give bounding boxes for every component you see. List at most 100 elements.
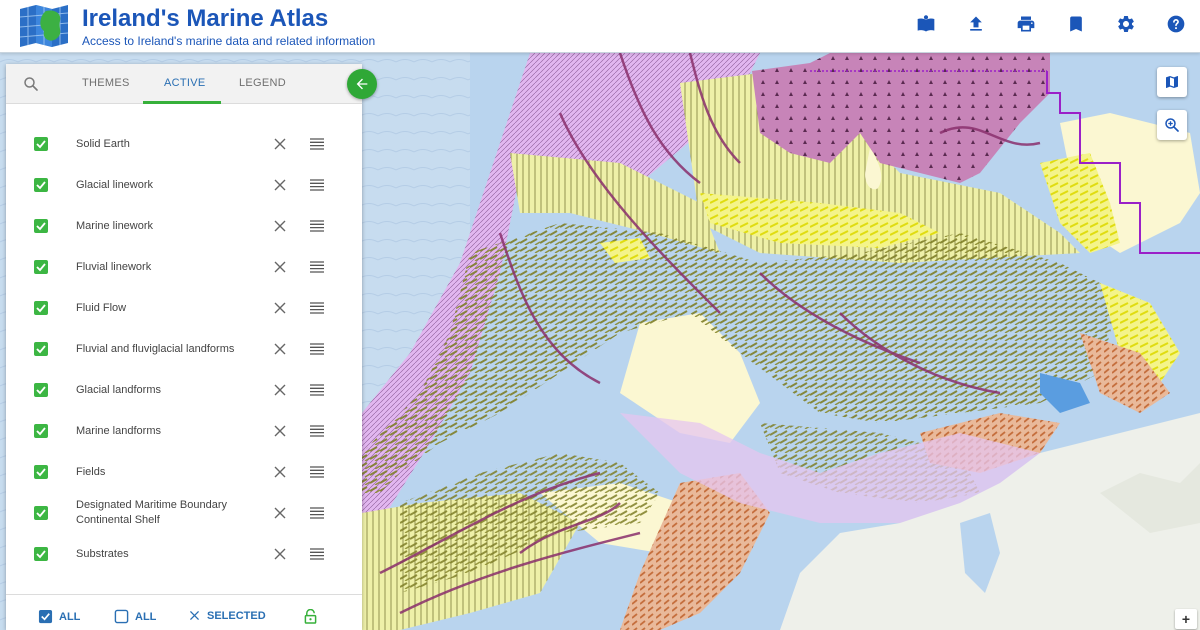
arrow-left-icon [356,78,368,90]
layer-name: Fluvial linework [76,261,152,273]
check-icon [36,345,46,354]
upload-button[interactable] [964,12,988,36]
remove-layer-icon[interactable] [272,136,288,152]
zoom-in-button[interactable]: + [1175,609,1197,629]
remove-selected-label: SELECTED [207,609,266,622]
print-button[interactable] [1014,12,1038,36]
remove-layer-icon[interactable] [272,218,288,234]
settings-button[interactable] [1114,12,1138,36]
layer-name: Designated Maritime Boundary Continental… [76,499,228,526]
layer-checkbox[interactable] [34,506,48,520]
zoom-to-button[interactable] [1157,110,1187,140]
zoom-in-icon [1165,118,1179,132]
check-icon [36,181,46,190]
select-all-button[interactable]: ALL [38,609,80,624]
layer-checkbox[interactable] [34,424,48,438]
check-icon [36,427,46,436]
remove-layer-icon[interactable] [272,464,288,480]
layer-name: Solid Earth [76,138,130,150]
remove-layer-icon[interactable] [272,300,288,316]
layer-checkbox[interactable] [34,137,48,151]
search-icon[interactable] [22,75,40,93]
check-icon [36,550,46,559]
layer-row-substrates: Substrates [6,534,362,574]
help-icon [1167,15,1185,33]
remove-selected-button[interactable]: SELECTED [188,609,266,622]
check-icon [36,509,46,518]
tab-legend[interactable]: LEGEND [239,77,286,89]
active-tab-indicator [143,101,221,104]
deselect-all-button[interactable]: ALL [114,609,156,624]
layer-checkbox[interactable] [34,465,48,479]
remove-layer-icon[interactable] [272,259,288,275]
drag-handle-icon[interactable] [309,547,325,561]
layer-row-marine-linework: Marine linework [6,206,362,246]
drag-handle-icon[interactable] [309,260,325,274]
layer-row-fields: Fields [6,452,362,492]
check-icon [36,386,46,395]
layer-name: Marine linework [76,220,154,232]
open-book-button[interactable] [914,12,938,36]
drag-handle-icon[interactable] [309,506,325,520]
layer-checkbox[interactable] [34,178,48,192]
help-button[interactable] [1164,12,1188,36]
deselect-all-label: ALL [135,610,157,623]
layer-checkbox[interactable] [34,260,48,274]
layer-name: Fluid Flow [76,302,127,314]
drag-handle-icon[interactable] [309,137,325,151]
header-toolbar [914,12,1188,36]
gear-icon [1118,15,1134,32]
drag-handle-icon[interactable] [309,301,325,315]
tab-active[interactable]: ACTIVE [164,77,206,89]
layer-name: Glacial landforms [76,384,161,396]
layer-panel: THEMES ACTIVE LEGEND Solid Earth Glacial… [6,64,377,630]
layer-checkbox[interactable] [34,219,48,233]
remove-layer-icon[interactable] [272,505,288,521]
basemap-button[interactable] [1157,67,1187,97]
tab-themes[interactable]: THEMES [82,77,130,89]
upload-icon [970,16,982,31]
drag-handle-icon[interactable] [309,383,325,397]
layer-name: Substrates [76,548,129,560]
remove-layer-icon[interactable] [272,177,288,193]
layer-checkbox[interactable] [34,301,48,315]
bookmark-icon [1070,16,1082,32]
atlas-logo [19,5,69,47]
layer-row-marine-landforms: Marine landforms [6,411,362,451]
layer-name: Glacial linework [76,179,154,191]
check-icon [36,468,46,477]
layer-row-fluvial-linework: Fluvial linework [6,247,362,287]
check-icon [36,263,46,272]
layer-name: Fields [76,466,106,478]
remove-layer-icon[interactable] [272,382,288,398]
print-icon [1017,16,1035,32]
bookmark-button[interactable] [1064,12,1088,36]
layer-row-glacial-linework: Glacial linework [6,165,362,205]
check-icon [36,304,46,313]
map-icon [1166,76,1178,88]
drag-handle-icon[interactable] [309,465,325,479]
drag-handle-icon[interactable] [309,424,325,438]
layer-checkbox[interactable] [34,547,48,561]
app-header: Ireland's Marine Atlas Access to Ireland… [0,0,1200,53]
panel-footer: ALL ALL SELECTED [6,594,362,630]
select-all-label: ALL [59,610,81,623]
layer-row-glacial-landforms: Glacial landforms [6,370,362,410]
layer-checkbox[interactable] [34,342,48,356]
collapse-panel-button[interactable] [347,69,377,99]
drag-handle-icon[interactable] [309,178,325,192]
drag-handle-icon[interactable] [309,342,325,356]
remove-layer-icon[interactable] [272,341,288,357]
lock-button[interactable] [304,609,317,624]
drag-handle-icon[interactable] [309,219,325,233]
empty-box-icon [114,609,129,624]
remove-layer-icon[interactable] [272,546,288,562]
layer-checkbox[interactable] [34,383,48,397]
layer-name: Marine landforms [76,425,161,437]
layer-row-solid-earth: Solid Earth [6,124,362,164]
layer-row-maritime-boundary: Designated Maritime Boundary Continental… [6,493,362,533]
layer-row-fluvial-fluviglacial-landforms: Fluvial and fluviglacial landforms [6,329,362,369]
app-title: Ireland's Marine Atlas [82,5,329,32]
remove-layer-icon[interactable] [272,423,288,439]
layer-row-fluid-flow: Fluid Flow [6,288,362,328]
